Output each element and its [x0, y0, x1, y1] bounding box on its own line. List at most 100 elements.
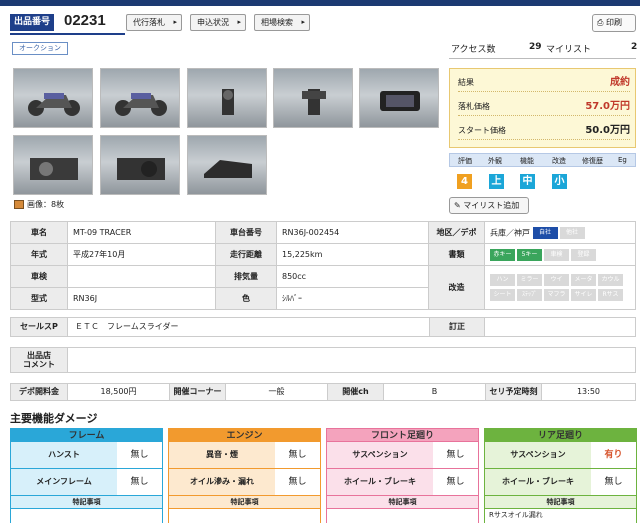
- name-label: 車名: [10, 221, 68, 244]
- mod-label: 改造: [428, 265, 485, 310]
- damage-memo: Rサスオイル漏れ: [484, 509, 637, 523]
- fees-row: デポ開料金 18,500円 開催コーナー 一般 開催ch B セリ予定時刻 13…: [10, 383, 636, 401]
- photo-thumbnail[interactable]: [359, 68, 439, 128]
- damage-engine: エンジン 異音・煙 無し オイル滲み・漏れ 無し 特記事項: [168, 428, 321, 532]
- paperclip-icon: ✎: [454, 201, 461, 210]
- corner-value: 一般: [268, 387, 285, 396]
- region-value: 兵庫／神戸 自社 他社: [484, 221, 636, 244]
- channel-value: B: [431, 387, 438, 396]
- depot-fee-value: 18,500円: [100, 387, 137, 396]
- inspection-value: [67, 265, 216, 288]
- correction-label: 訂正: [429, 318, 485, 336]
- damage-memo: [10, 509, 163, 523]
- chevron-right-icon: ▸: [237, 18, 241, 26]
- result-row: 結果 成約: [458, 74, 630, 92]
- damage-front-title: フロント足廻り: [326, 428, 479, 442]
- damage-row: メインフレーム 無し: [10, 469, 163, 496]
- year-value: 平成27年10月: [67, 243, 216, 266]
- frame-value: RN36J-002454: [276, 221, 429, 244]
- auction-time-label: セリ予定時刻: [485, 384, 542, 400]
- print-button[interactable]: ⎙ 印刷: [592, 14, 636, 32]
- lot-number-badge: 出品番号: [10, 14, 54, 31]
- image-count: 画像：8枚: [14, 199, 64, 210]
- color-value: ｼﾙﾊﾞｰ: [276, 287, 429, 310]
- mylist-count: マイリスト: [546, 45, 592, 55]
- auction-tag: オークション: [12, 42, 68, 55]
- photo-thumbnail[interactable]: [100, 135, 180, 195]
- image-icon: [14, 200, 24, 209]
- stats-divider: [449, 58, 636, 59]
- frame-label: 車台番号: [215, 221, 277, 244]
- depot-fee-label: デポ開料金: [11, 384, 68, 400]
- damage-note-label: 特記事項: [484, 496, 637, 509]
- auction-time-value: 13:50: [576, 387, 601, 396]
- access-count: アクセス数: [451, 45, 496, 55]
- printer-icon: ⎙: [597, 18, 604, 27]
- price-box: 結果 成約 落札価格 57.0万円 スタート価格 50.0万円: [449, 68, 636, 148]
- evaluation-header: 評価 外観 機能 改造 修復歴 Eg: [449, 153, 636, 167]
- lot-underline: [10, 33, 125, 35]
- inspection-label: 車検: [10, 265, 68, 288]
- market-search-button[interactable]: 相場検索 ▸: [254, 14, 310, 31]
- photo-thumbnail[interactable]: [13, 68, 93, 128]
- damage-row: 異音・煙 無し: [168, 442, 321, 469]
- damage-frame-title: フレーム: [10, 428, 163, 442]
- damage-row: サスペンション 有り: [484, 442, 637, 469]
- comment-row: 出品店 コメント: [10, 347, 636, 373]
- mylist-add-button[interactable]: ✎ マイリスト追加: [449, 197, 529, 214]
- region-label: 地区／デポ: [428, 221, 485, 244]
- damage-front: フロント足廻り サスペンション 無し ホイール・ブレーキ 無し 特記事項: [326, 428, 479, 532]
- damage-memo: [168, 509, 321, 523]
- damage-memo: [326, 509, 479, 523]
- year-label: 年式: [10, 243, 68, 266]
- proxy-bid-button[interactable]: 代行落札 ▸: [126, 14, 182, 31]
- damage-engine-title: エンジン: [168, 428, 321, 442]
- photo-thumbnail[interactable]: [100, 68, 180, 128]
- damage-rear: リア足廻り サスペンション 有り ホイール・ブレーキ 無し 特記事項 Rサスオイル漏…: [484, 428, 637, 532]
- mileage-value: 15,225km: [276, 243, 429, 266]
- color-label: 色: [215, 287, 277, 310]
- displacement-value: 850cc: [276, 265, 429, 288]
- mylist-count-value: 2: [631, 42, 638, 52]
- application-status-button[interactable]: 申込状況 ▸: [190, 14, 246, 31]
- chevron-right-icon: ▸: [301, 18, 305, 26]
- eval-modification: 小: [552, 174, 567, 189]
- model-value: RN36J: [67, 287, 216, 310]
- lot-number: 02231: [64, 12, 106, 29]
- damage-row: ホイール・ブレーキ 無し: [326, 469, 479, 496]
- damage-rear-title: リア足廻り: [484, 428, 637, 442]
- eval-exterior: 上: [489, 174, 504, 189]
- sales-point-label: セールスP: [11, 318, 68, 336]
- sales-point-row: セールスP ＥＴＣ フレームスライダー 訂正: [10, 317, 636, 337]
- top-bar: [0, 0, 640, 6]
- start-price-row: スタート価格 50.0万円: [458, 122, 630, 140]
- damage-row: オイル滲み・漏れ 無し: [168, 469, 321, 496]
- damage-title: 主要機能ダメージ: [10, 412, 98, 425]
- eval-score: 4: [457, 174, 472, 189]
- channel-label: 開催ch: [327, 384, 384, 400]
- photo-thumbnail[interactable]: [13, 135, 93, 195]
- name-value: MT-09 TRACER: [67, 221, 216, 244]
- damage-row: サスペンション 無し: [326, 442, 479, 469]
- eval-function: 中: [520, 174, 535, 189]
- spec-table: 車名 MT-09 TRACER 車台番号 RN36J-002454 地区／デポ …: [10, 221, 636, 310]
- damage-frame: フレーム ハンスト 無し メインフレーム 無し 特記事項: [10, 428, 163, 532]
- photo-thumbnail[interactable]: [273, 68, 353, 128]
- access-count-value: 29: [529, 42, 542, 52]
- damage-row: ホイール・ブレーキ 無し: [484, 469, 637, 496]
- sold-price-row: 落札価格 57.0万円: [458, 98, 630, 116]
- displacement-label: 排気量: [215, 265, 277, 288]
- mileage-label: 走行距離: [215, 243, 277, 266]
- damage-row: ハンスト 無し: [10, 442, 163, 469]
- photo-thumbnail[interactable]: [187, 135, 267, 195]
- photo-thumbnail[interactable]: [187, 68, 267, 128]
- chevron-right-icon: ▸: [173, 18, 177, 26]
- docs-label: 書類: [428, 243, 485, 266]
- docs-value: 赤キー 5キー 車検 登録: [484, 243, 636, 266]
- corner-label: 開催コーナー: [169, 384, 226, 400]
- mod-value: ハン ミラー ウイ メータ カウル シート ｽﾃｯﾌﾟ マフラ サイレ Rサス: [484, 265, 636, 310]
- model-label: 型式: [10, 287, 68, 310]
- damage-note-label: 特記事項: [326, 496, 479, 509]
- damage-note-label: 特記事項: [10, 496, 163, 509]
- comment-label: 出品店 コメント: [11, 348, 68, 372]
